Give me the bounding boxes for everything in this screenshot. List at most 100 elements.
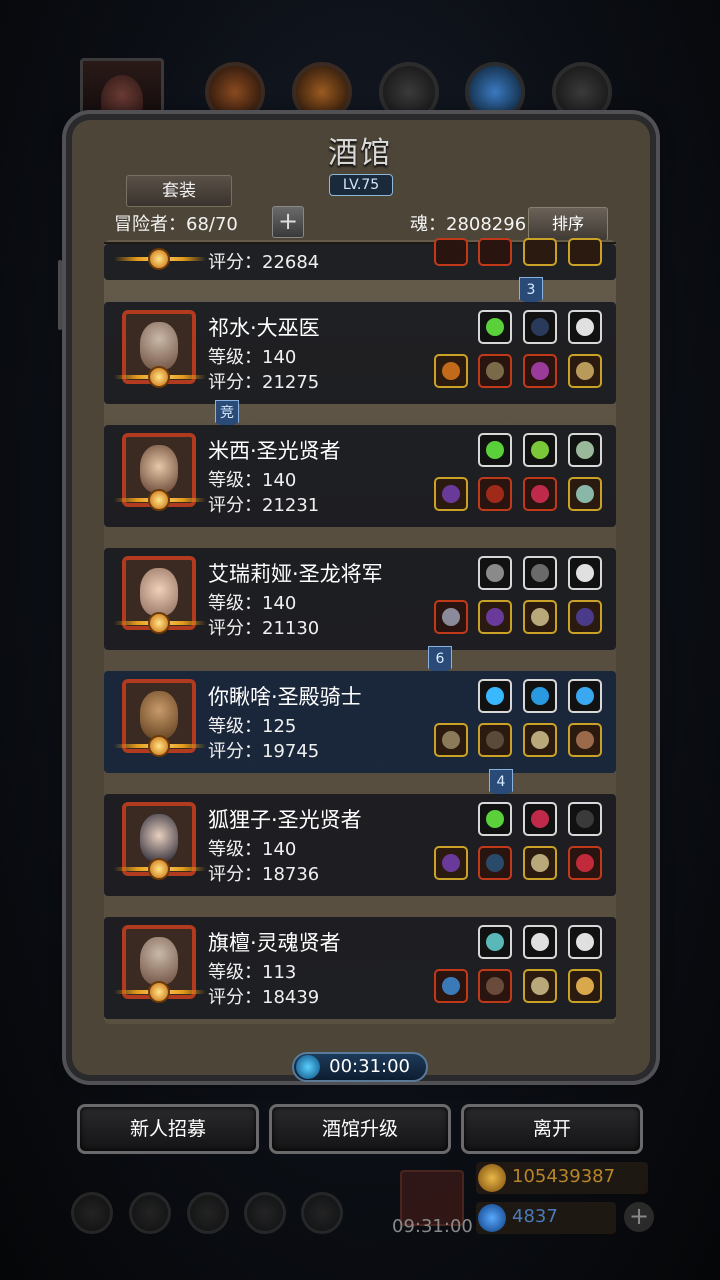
equip-slot[interactable]: [478, 802, 512, 836]
adventurer-count: 冒险者：68/70: [114, 214, 238, 235]
equip-slot[interactable]: [523, 925, 557, 959]
hero-level: 等级：125: [208, 716, 297, 737]
equip-slot[interactable]: [478, 433, 512, 467]
hero-level: 等级：113: [208, 962, 297, 983]
equip-slot[interactable]: [523, 556, 557, 590]
equip-slot[interactable]: [478, 846, 512, 880]
hero-score: 评分：18439: [208, 987, 320, 1008]
equip-slot[interactable]: [568, 433, 602, 467]
hero-card[interactable]: 祁水·大巫医 等级：140 评分：21275: [104, 302, 616, 404]
equip-slot[interactable]: [478, 477, 512, 511]
gold-icon: [478, 1164, 506, 1192]
equip-slot[interactable]: [478, 600, 512, 634]
hud-icon-2[interactable]: [129, 1192, 171, 1234]
menu-icon-3[interactable]: [379, 62, 439, 122]
equip-slot[interactable]: [478, 556, 512, 590]
equip-slot[interactable]: [478, 969, 512, 1003]
rank-badge: 6: [428, 646, 452, 674]
equip-slot[interactable]: [523, 679, 557, 713]
equip-slot[interactable]: [568, 925, 602, 959]
menu-icon-4[interactable]: [465, 62, 525, 122]
hero-name: 艾瑞莉娅·圣龙将军: [208, 562, 383, 586]
equip-slot[interactable]: [523, 723, 557, 757]
hero-score: 评分：22684: [208, 252, 320, 273]
leave-button[interactable]: 离开: [461, 1104, 643, 1154]
hero-score: 评分：21231: [208, 495, 320, 516]
equip-slot[interactable]: [478, 238, 512, 266]
equip-slot[interactable]: [568, 802, 602, 836]
equip-slot[interactable]: [523, 600, 557, 634]
hero-card[interactable]: 米西·圣光贤者 等级：140 评分：21231: [104, 425, 616, 527]
equip-slot[interactable]: [568, 679, 602, 713]
gold-counter: 105439387: [476, 1162, 648, 1194]
tavern-level-badge: LV.75: [329, 174, 393, 196]
rank-emblem: [114, 248, 206, 270]
equip-slot[interactable]: [523, 433, 557, 467]
equip-slot[interactable]: [478, 679, 512, 713]
equip-slot[interactable]: [568, 477, 602, 511]
add-adventurer-slot-button[interactable]: +: [272, 206, 304, 238]
recruit-button[interactable]: 新人招募: [77, 1104, 259, 1154]
hero-name: 祁水·大巫医: [208, 316, 320, 340]
equip-slot[interactable]: [568, 723, 602, 757]
equip-slot[interactable]: [523, 802, 557, 836]
hero-level: 等级：140: [208, 839, 297, 860]
equip-slot[interactable]: [568, 846, 602, 880]
upgrade-tavern-button[interactable]: 酒馆升级: [269, 1104, 451, 1154]
sort-button[interactable]: 排序: [528, 207, 608, 241]
equip-slot[interactable]: [568, 969, 602, 1003]
equip-slot[interactable]: [434, 238, 468, 266]
hero-card-selected[interactable]: 你瞅啥·圣殿骑士 等级：125 评分：19745: [104, 671, 616, 773]
hero-card[interactable]: 旗檀·灵魂贤者 等级：113 评分：18439: [104, 917, 616, 1019]
equip-slot[interactable]: [434, 723, 468, 757]
mail-icon[interactable]: [244, 1192, 286, 1234]
panel-title: 酒馆: [328, 136, 392, 171]
equip-slot[interactable]: [478, 310, 512, 344]
gem-amount: 4837: [512, 1206, 558, 1227]
settings-icon[interactable]: [71, 1192, 113, 1234]
hero-card-partial[interactable]: 评分：22684: [104, 238, 616, 280]
refresh-timer: 00:31:00: [292, 1052, 428, 1082]
equip-slot[interactable]: [523, 238, 557, 266]
hero-score: 评分：21275: [208, 372, 320, 393]
equip-slot[interactable]: [434, 354, 468, 388]
equip-slot[interactable]: [568, 238, 602, 266]
menu-icon-2[interactable]: [292, 62, 352, 122]
equip-slot[interactable]: [523, 354, 557, 388]
add-gems-button[interactable]: +: [624, 1202, 654, 1232]
equip-slot[interactable]: [568, 600, 602, 634]
hero-card[interactable]: 狐狸子·圣光贤者 等级：140 评分：18736: [104, 794, 616, 896]
equip-slot[interactable]: [568, 310, 602, 344]
equip-slot[interactable]: [478, 354, 512, 388]
rank-emblem: [114, 489, 206, 511]
hud-icon-5[interactable]: [301, 1192, 343, 1234]
equip-slot[interactable]: [434, 969, 468, 1003]
equip-slot[interactable]: [478, 925, 512, 959]
equip-slot[interactable]: [434, 477, 468, 511]
soul-count: 魂：2808296: [410, 214, 527, 235]
hero-name: 狐狸子·圣光贤者: [208, 808, 362, 832]
equip-slot[interactable]: [523, 969, 557, 1003]
menu-icon-5[interactable]: [552, 62, 612, 122]
equip-slot[interactable]: [434, 600, 468, 634]
equip-slot[interactable]: [568, 354, 602, 388]
hero-level: 等级：140: [208, 470, 297, 491]
hud-icon-3[interactable]: [187, 1192, 229, 1234]
hero-level: 等级：140: [208, 347, 297, 368]
gold-amount: 105439387: [512, 1166, 616, 1187]
equip-slot[interactable]: [523, 310, 557, 344]
equip-slot[interactable]: [568, 556, 602, 590]
suit-button[interactable]: 套装: [126, 175, 232, 207]
hero-card[interactable]: 艾瑞莉娅·圣龙将军 等级：140 评分：21130: [104, 548, 616, 650]
hero-score: 评分：18736: [208, 864, 320, 885]
menu-icon-1[interactable]: [205, 62, 265, 122]
equip-slot[interactable]: [523, 477, 557, 511]
rank-badge: 竞: [215, 400, 239, 428]
hero-level: 等级：140: [208, 593, 297, 614]
equip-slot[interactable]: [523, 846, 557, 880]
timer-text: 00:31:00: [329, 1056, 410, 1077]
equip-slot[interactable]: [478, 723, 512, 757]
rank-emblem: [114, 366, 206, 388]
equip-slot[interactable]: [434, 846, 468, 880]
avatar-face: [101, 75, 143, 125]
